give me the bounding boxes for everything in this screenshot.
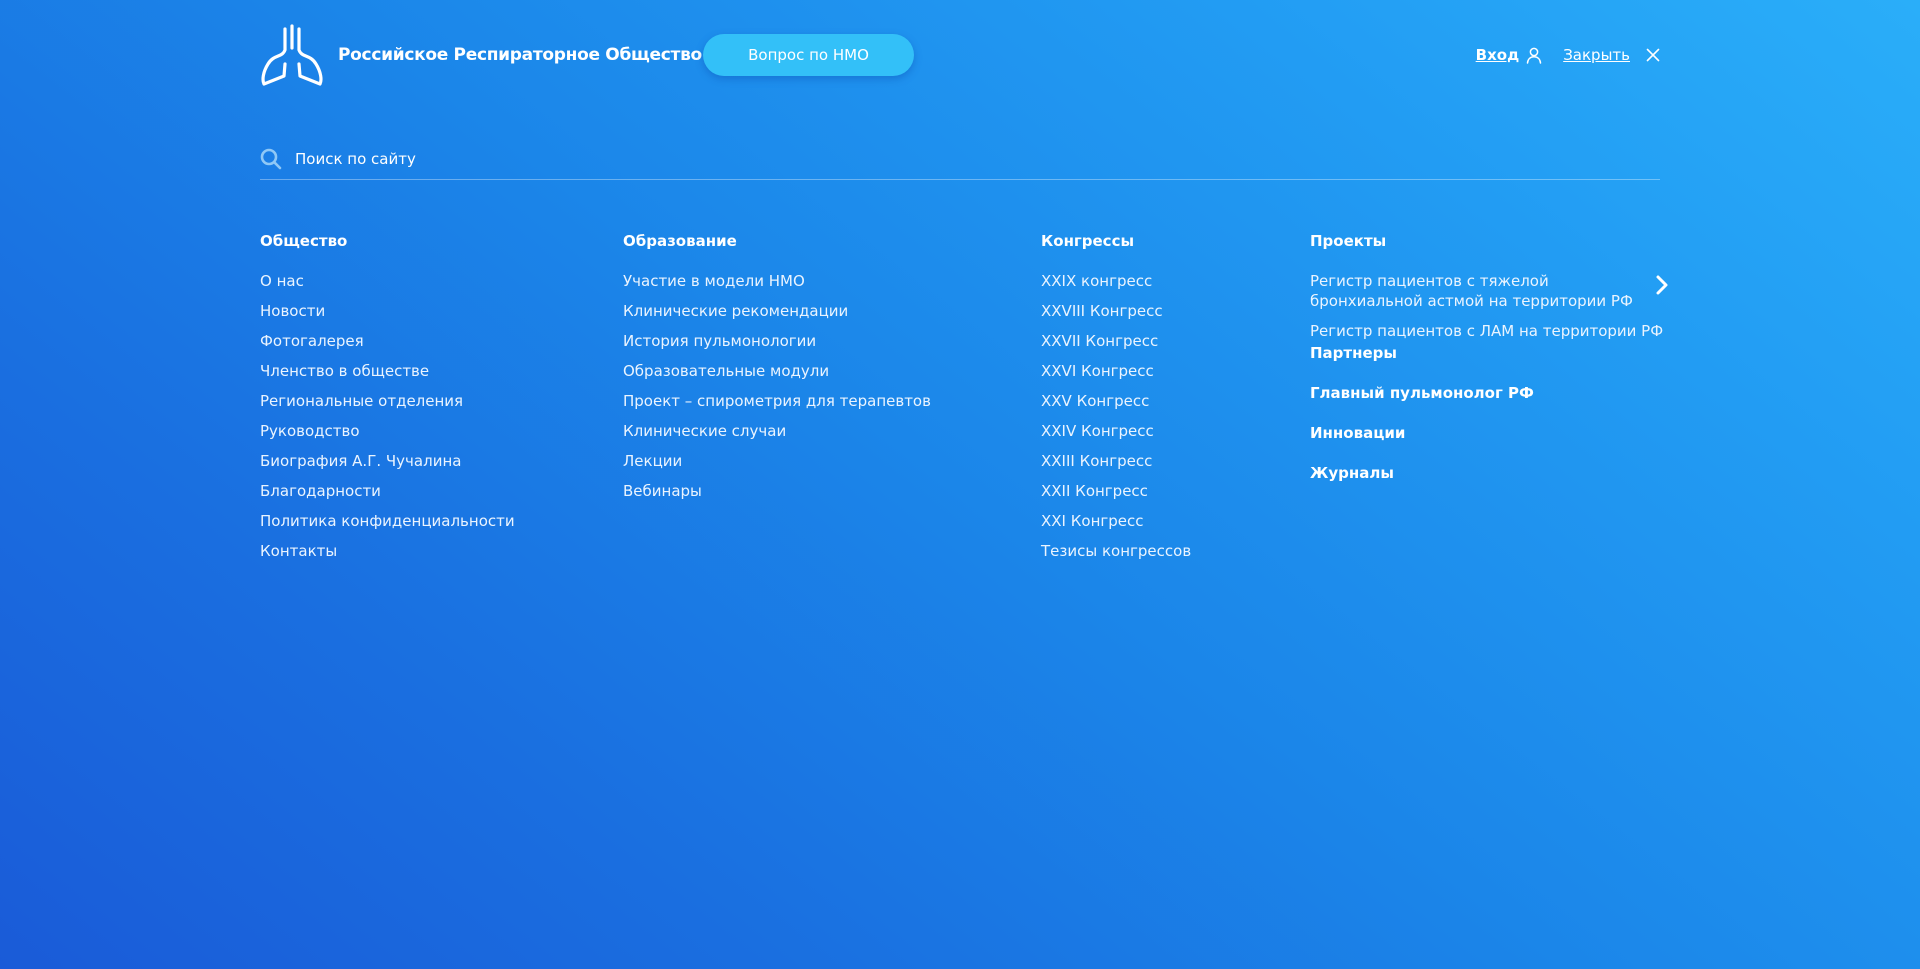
menu-heading-projects[interactable]: Проекты: [1310, 231, 1660, 251]
menu-heading-congresses[interactable]: Конгрессы: [1041, 231, 1191, 251]
menu-item-contacts[interactable]: Контакты: [260, 541, 515, 561]
menu-heading-society[interactable]: Общество: [260, 231, 515, 251]
menu-list-society: О нас Новости Фотогалерея Членство в общ…: [260, 271, 515, 561]
menu-list-projects: Регистр пациентов с тяжелой бронхиальной…: [1310, 271, 1663, 341]
user-icon: [1526, 47, 1542, 64]
search-bar: [260, 146, 1660, 180]
menu-item-asthma-registry[interactable]: Регистр пациентов с тяжелой бронхиальной…: [1310, 271, 1650, 311]
menu-item-congress-22[interactable]: XXII Конгресс: [1041, 481, 1191, 501]
menu-item-congress-27[interactable]: XXVII Конгресс: [1041, 331, 1191, 351]
menu-item-pulmonology-history[interactable]: История пульмонологии: [623, 331, 931, 351]
menu-item-education-modules[interactable]: Образовательные модули: [623, 361, 931, 381]
menu-item-congress-25[interactable]: XXV Конгресс: [1041, 391, 1191, 411]
menu-column-congresses: Конгрессы XXIX конгресс XXVIII Конгресс …: [1041, 231, 1191, 571]
menu-item-about[interactable]: О нас: [260, 271, 515, 291]
menu-item-congress-28[interactable]: XXVIII Конгресс: [1041, 301, 1191, 321]
menu-item-photo-gallery[interactable]: Фотогалерея: [260, 331, 515, 351]
menu-heading-partners[interactable]: Партнеры: [1310, 343, 1660, 363]
menu-item-congress-24[interactable]: XXIV Конгресс: [1041, 421, 1191, 441]
close-icon[interactable]: [1646, 48, 1660, 62]
menu-item-clinical-guidelines[interactable]: Клинические рекомендации: [623, 301, 931, 321]
menu-item-nmo-model[interactable]: Участие в модели НМО: [623, 271, 931, 291]
close-menu-link[interactable]: Закрыть: [1563, 46, 1630, 64]
menu-item-membership[interactable]: Членство в обществе: [260, 361, 515, 381]
menu-item-news[interactable]: Новости: [260, 301, 515, 321]
menu-list-education: Участие в модели НМО Клинические рекомен…: [623, 271, 931, 501]
menu-heading-innovations[interactable]: Инновации: [1310, 423, 1660, 443]
logo-link[interactable]: Российское Респираторное Общество: [260, 24, 702, 86]
menu-item-privacy-policy[interactable]: Политика конфиденциальности: [260, 511, 515, 531]
chevron-right-icon[interactable]: [1654, 274, 1670, 296]
site-title: Российское Респираторное Общество: [338, 45, 702, 65]
menu-item-regional-branches[interactable]: Региональные отделения: [260, 391, 515, 411]
header: Российское Респираторное Общество Вопрос…: [260, 24, 1660, 86]
menu-item-congress-21[interactable]: XXI Конгресс: [1041, 511, 1191, 531]
header-actions: Вход Закрыть: [1476, 44, 1660, 66]
menu-column-education: Образование Участие в модели НМО Клиниче…: [623, 231, 931, 511]
lungs-icon: [261, 24, 323, 86]
menu-item-congress-29[interactable]: XXIX конгресс: [1041, 271, 1191, 291]
menu-item-lam-registry[interactable]: Регистр пациентов с ЛАМ на территории РФ: [1310, 321, 1663, 341]
menu-item-congress-26[interactable]: XXVI Конгресс: [1041, 361, 1191, 381]
menu-item-leadership[interactable]: Руководство: [260, 421, 515, 441]
menu-heading-education[interactable]: Образование: [623, 231, 931, 251]
menu-item-acknowledgements[interactable]: Благодарности: [260, 481, 515, 501]
menu-item-spirometry-project[interactable]: Проект – спирометрия для терапевтов: [623, 391, 931, 411]
menu-column-projects: Проекты Регистр пациентов с тяжелой брон…: [1310, 231, 1663, 483]
nmo-question-button[interactable]: Вопрос по НМО: [703, 34, 914, 76]
login-label: Вход: [1475, 46, 1520, 64]
search-input[interactable]: [295, 146, 1655, 172]
menu-column-society: Общество О нас Новости Фотогалерея Членс…: [260, 231, 515, 571]
menu-item-lectures[interactable]: Лекции: [623, 451, 931, 471]
menu-item-congress-abstracts[interactable]: Тезисы конгрессов: [1041, 541, 1191, 561]
menu-item-clinical-cases[interactable]: Клинические случаи: [623, 421, 931, 441]
menu-item-congress-23[interactable]: XXIII Конгресс: [1041, 451, 1191, 471]
menu-heading-chief-pulmonologist[interactable]: Главный пульмонолог РФ: [1310, 383, 1660, 403]
menu-item-webinars[interactable]: Вебинары: [623, 481, 931, 501]
menu-heading-journals[interactable]: Журналы: [1310, 463, 1660, 483]
menu-item-biography[interactable]: Биография А.Г. Чучалина: [260, 451, 515, 471]
login-link[interactable]: Вход: [1476, 46, 1544, 64]
menu-list-congresses: XXIX конгресс XXVIII Конгресс XXVII Конг…: [1041, 271, 1191, 561]
search-icon[interactable]: [260, 148, 282, 170]
